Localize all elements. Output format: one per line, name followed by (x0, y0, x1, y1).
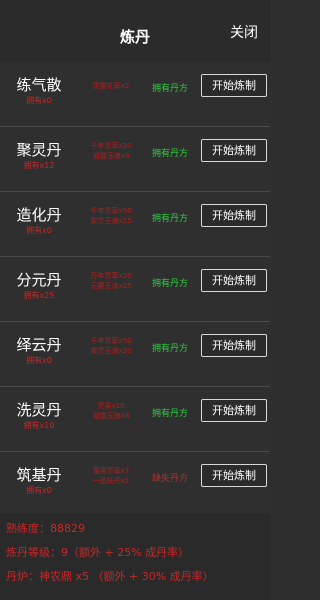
start-refining-button[interactable]: 开始炼制 (201, 269, 267, 292)
pill-row: 筑基丹拥有x0 蓬莱灵草x7 一品妖丹x1 缺失丹方 开始炼制 (0, 452, 270, 517)
alchemy-stats: 熟练度：88829 炼丹等级：9（额外 + 25% 成丹率） 丹炉：神农鼎 x5… (0, 514, 270, 600)
material-requirement: 灵果x10 (97, 402, 125, 410)
pill-materials: 千年灵草x20 凝露玉液x8 (78, 141, 144, 161)
material-requirement: 千年灵草x50 (90, 337, 132, 345)
pill-materials: 灵露花草x2 (78, 81, 144, 91)
pill-row: 绎云丹拥有x0 千年灵草x50 聚灵玉液x20 拥有丹方 开始炼制 (0, 322, 270, 387)
pill-materials: 千年灵草x50 聚灵玉液x15 (78, 206, 144, 226)
pill-list: 练气散 拥有x0 灵露花草x2 拥有丹方 开始炼制 聚灵丹 拥有x12 千年灵草x20 凝露玉液… (0, 62, 270, 517)
material-requirement: 灵露花草x2 (92, 82, 130, 90)
material-requirement: 一品妖丹x1 (92, 477, 130, 485)
material-requirement: 元婴玉液x25 (90, 282, 132, 290)
recipe-status: 拥有丹方 (151, 214, 188, 224)
recipe-status: 拥有丹方 (151, 279, 188, 289)
recipe-status: 拥有丹方 (151, 84, 188, 94)
proficiency-text: 熟练度：88829 (6, 522, 85, 535)
pill-row: 造化丹拥有x0 千年灵草x50 聚灵玉液x15 拥有丹方 开始炼制 (0, 192, 270, 257)
pill-materials: 万年灵草x20 元婴玉液x25 (78, 271, 144, 291)
pill-owned-count: 拥有x10 (23, 421, 55, 430)
furnace-text: 丹炉：神农鼎 x5 （额外 + 30% 成丹率） (6, 570, 214, 583)
recipe-status: 拥有丹方 (151, 149, 188, 159)
start-refining-button[interactable]: 开始炼制 (201, 464, 267, 487)
start-refining-button[interactable]: 开始炼制 (201, 74, 267, 97)
close-button[interactable]: 关闭 (222, 22, 266, 42)
pill-name: 绎云丹 (16, 336, 62, 354)
pill-materials: 蓬莱灵草x7 一品妖丹x1 (78, 466, 144, 486)
pill-name: 洗灵丹 (16, 401, 62, 419)
pill-owned-count: 拥有x0 (26, 486, 52, 495)
material-requirement: 聚灵玉液x20 (90, 347, 132, 355)
material-requirement: 万年灵草x20 (90, 272, 132, 280)
pill-owned-count: 拥有x12 (23, 161, 55, 170)
recipe-status: 拥有丹方 (151, 409, 188, 419)
pill-owned-count: 拥有x0 (26, 96, 52, 105)
page-title: 炼丹 (119, 28, 150, 46)
start-refining-button[interactable]: 开始炼制 (201, 399, 267, 422)
start-refining-button[interactable]: 开始炼制 (201, 334, 267, 357)
pill-materials: 灵果x10 凝露玉液x8 (78, 401, 144, 421)
pill-name: 筑基丹 (16, 466, 62, 484)
recipe-status: 缺失丹方 (151, 474, 188, 484)
pill-row: 洗灵丹拥有x10 灵果x10 凝露玉液x8 拥有丹方 开始炼制 (0, 387, 270, 452)
pill-name: 造化丹 (16, 206, 62, 224)
start-refining-button[interactable]: 开始炼制 (201, 204, 267, 227)
pill-name: 分元丹 (16, 271, 62, 289)
material-requirement: 千年灵草x20 (90, 142, 132, 150)
pill-owned-count: 拥有x25 (23, 291, 55, 300)
pill-owned-count: 拥有x0 (26, 226, 52, 235)
pill-row: 聚灵丹拥有x12 千年灵草x20 凝露玉液x8 拥有丹方 开始炼制 (0, 127, 270, 192)
pill-materials: 千年灵草x50 聚灵玉液x20 (78, 336, 144, 356)
pill-name: 练气散 (16, 76, 62, 94)
material-requirement: 千年灵草x50 (90, 207, 132, 215)
recipe-status: 拥有丹方 (151, 344, 188, 354)
pill-row: 分元丹拥有x25 万年灵草x20 元婴玉液x25 拥有丹方 开始炼制 (0, 257, 270, 322)
material-requirement: 凝露玉液x8 (92, 152, 130, 160)
material-requirement: 蓬莱灵草x7 (92, 467, 130, 475)
alchemy-level-text: 炼丹等级：9（额外 + 25% 成丹率） (6, 546, 190, 559)
start-refining-button[interactable]: 开始炼制 (201, 139, 267, 162)
material-requirement: 聚灵玉液x15 (90, 217, 132, 225)
material-requirement: 凝露玉液x8 (92, 412, 130, 420)
pill-owned-count: 拥有x0 (26, 356, 52, 365)
pill-row: 练气散拥有x0 灵露花草x2 拥有丹方 开始炼制 (0, 62, 270, 127)
header: 炼丹 关闭 (0, 0, 270, 62)
pill-name: 聚灵丹 (16, 141, 62, 159)
